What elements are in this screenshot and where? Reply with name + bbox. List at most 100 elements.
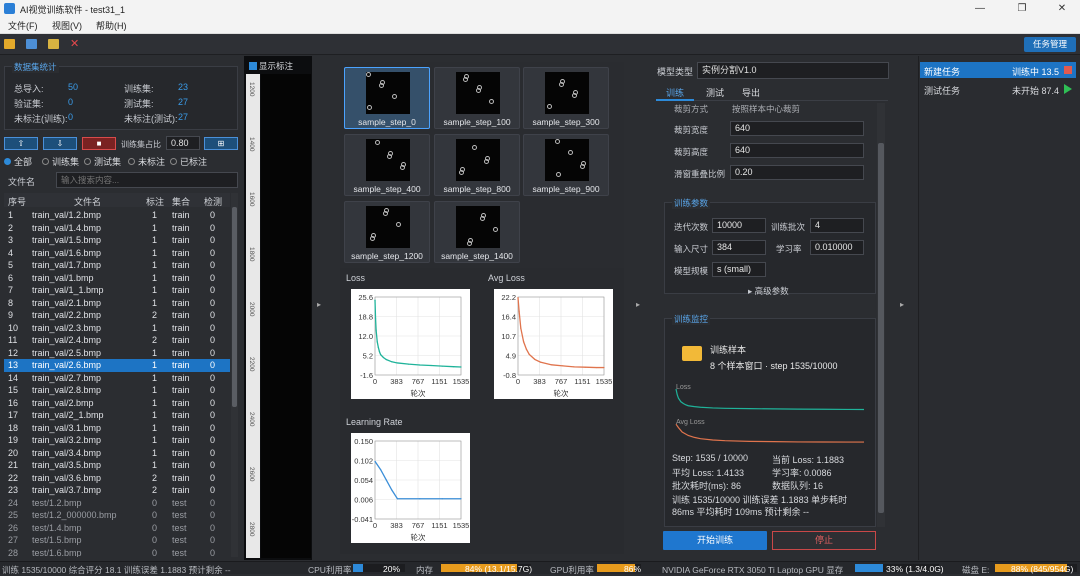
filter-unlabeled-radio[interactable]: 未标注 (128, 155, 165, 168)
table-row[interactable]: 6 train_val/1.bmp 1 train 0 (4, 272, 230, 285)
train-set-value: 23 (178, 82, 189, 92)
cell-detect-count: 0 (210, 372, 216, 383)
col-detect-header[interactable]: 检测 (204, 195, 222, 208)
sample-thumbnail[interactable]: sample_step_800 (434, 134, 520, 196)
task-management-button[interactable]: 任务管理 (1024, 37, 1076, 52)
table-row[interactable]: 3 train_val/1.5.bmp 1 train 0 (4, 234, 230, 247)
filter-test-radio[interactable]: 测试集 (84, 155, 121, 168)
play-icon[interactable] (1064, 84, 1072, 94)
crop-width-spinbox[interactable]: 640 (730, 121, 864, 136)
splitter-right[interactable]: ▸ (896, 56, 908, 560)
tab-export[interactable]: 导出 (736, 85, 766, 101)
sample-thumbnail[interactable]: sample_step_900 (523, 134, 609, 196)
advanced-params-toggle[interactable]: ▸ 高级参数 (748, 285, 789, 297)
table-row[interactable]: 23 train_val/3.7.bmp 2 train 0 (4, 484, 230, 497)
menu-help[interactable]: 帮助(H) (96, 19, 127, 32)
iterations-spinbox[interactable]: 10000 (712, 218, 766, 233)
tab-train[interactable]: 训练 (656, 85, 694, 101)
close-button[interactable]: ✕ (1044, 0, 1080, 17)
cpu-bar-fill (353, 564, 364, 572)
table-row[interactable]: 12 train_val/2.5.bmp 1 train 0 (4, 347, 230, 360)
learning-rate-spinbox[interactable]: 0.010000 (810, 240, 864, 255)
import-button[interactable]: ⇩ (43, 137, 77, 150)
col-label-header[interactable]: 标注 (146, 195, 164, 208)
table-row[interactable]: 16 train_val/2.bmp 1 train 0 (4, 397, 230, 410)
table-row[interactable]: 26 test/1.4.bmp 0 test 0 (4, 522, 230, 535)
filter-train-radio[interactable]: 训练集 (42, 155, 79, 168)
series-point (377, 346, 379, 349)
table-row[interactable]: 18 train_val/3.1.bmp 1 train 0 (4, 422, 230, 435)
config-scrollbar[interactable] (877, 103, 885, 527)
sample-thumbnail[interactable]: sample_step_1200 (344, 201, 430, 263)
table-row[interactable]: 24 test/1.2.bmp 0 test 0 (4, 497, 230, 510)
col-filename-header[interactable]: 文件名 (74, 195, 101, 208)
table-row[interactable]: 13 train_val/2.6.bmp 1 train 0 (4, 359, 230, 372)
menu-view[interactable]: 视图(V) (52, 19, 82, 32)
model-scale-select[interactable]: s (small) (712, 262, 766, 277)
table-scrollbar[interactable] (231, 193, 238, 557)
table-row[interactable]: 10 train_val/2.3.bmp 1 train 0 (4, 322, 230, 335)
table-row[interactable]: 28 test/1.6.bmp 0 test 0 (4, 547, 230, 558)
viewer-image-area[interactable] (261, 74, 311, 558)
minimize-button[interactable]: — (962, 0, 998, 17)
delete-icon[interactable]: ✕ (70, 37, 79, 50)
show-annotation-checkbox[interactable]: 显示标注 (249, 60, 293, 72)
batch-spinbox[interactable]: 4 (810, 218, 864, 233)
sample-thumbnail[interactable]: sample_step_100 (434, 67, 520, 129)
filter-labeled-radio[interactable]: 已标注 (170, 155, 207, 168)
table-row[interactable]: 19 train_val/3.2.bmp 1 train 0 (4, 434, 230, 447)
task-item-new[interactable]: 新建任务 训练中 13.5 (920, 62, 1076, 78)
table-row[interactable]: 4 train_val/1.6.bmp 1 train 0 (4, 247, 230, 260)
table-row[interactable]: 11 train_val/2.4.bmp 2 train 0 (4, 334, 230, 347)
apply-ratio-button[interactable]: ⊞ (204, 137, 238, 150)
sample-thumbnail[interactable]: sample_step_300 (523, 67, 609, 129)
table-row[interactable]: 5 train_val/1.7.bmp 1 train 0 (4, 259, 230, 272)
table-row[interactable]: 9 train_val/2.2.bmp 2 train 0 (4, 309, 230, 322)
series-point (385, 479, 387, 481)
crop-height-spinbox[interactable]: 640 (730, 143, 864, 158)
add-images-button[interactable]: ⇧ (4, 137, 38, 150)
overlap-ratio-spinbox[interactable]: 0.20 (730, 165, 864, 180)
sample-thumbnail[interactable]: sample_step_400 (344, 134, 430, 196)
train-ratio-spinbox[interactable]: 0.80 (166, 136, 200, 150)
start-training-button[interactable]: 开始训练 (663, 531, 767, 550)
table-row[interactable]: 27 test/1.5.bmp 0 test 0 (4, 534, 230, 547)
col-set-header[interactable]: 集合 (172, 195, 190, 208)
stop-training-button[interactable]: 停止 (772, 531, 876, 550)
sample-thumbnail[interactable]: sample_step_0 (344, 67, 430, 129)
stop-icon[interactable] (1064, 66, 1072, 74)
table-row[interactable]: 14 train_val/2.7.bmp 1 train 0 (4, 372, 230, 385)
tab-test[interactable]: 测试 (696, 85, 734, 101)
save-icon[interactable] (26, 39, 37, 49)
col-index-header[interactable]: 序号 (8, 195, 26, 208)
table-row[interactable]: 7 train_val/1_1.bmp 1 train 0 (4, 284, 230, 297)
cell-index: 8 (8, 297, 14, 308)
table-row[interactable]: 20 train_val/3.4.bmp 1 train 0 (4, 447, 230, 460)
table-row[interactable]: 2 train_val/1.4.bmp 1 train 0 (4, 222, 230, 235)
filter-all-radio[interactable]: 全部 (4, 155, 32, 168)
table-row[interactable]: 1 train_val/1.2.bmp 1 train 0 (4, 209, 230, 222)
model-type-select[interactable]: 实例分割V1.0 (697, 62, 889, 79)
avg-loss-readout: 平均 Loss: 1.4133 (672, 468, 745, 478)
maximize-button[interactable]: ❐ (1004, 0, 1040, 17)
menu-file[interactable]: 文件(F) (8, 19, 38, 32)
table-row[interactable]: 15 train_val/2.8.bmp 1 train 0 (4, 384, 230, 397)
import-folder-icon[interactable] (48, 39, 59, 49)
table-row[interactable]: 22 train_val/3.6.bmp 2 train 0 (4, 472, 230, 485)
table-row[interactable]: 25 test/1.2_000000.bmp 0 test 0 (4, 509, 230, 522)
delete-image-button[interactable]: ■ (82, 137, 116, 150)
table-row[interactable]: 8 train_val/2.1.bmp 1 train 0 (4, 297, 230, 310)
sample-thumbnail[interactable]: sample_step_1400 (434, 201, 520, 263)
cell-set: train (172, 447, 190, 458)
splitter-middle[interactable]: ▸ (632, 56, 644, 560)
cell-index: 10 (8, 322, 19, 333)
sample-defect-mark (560, 79, 565, 84)
cell-set: train (172, 460, 190, 470)
table-row[interactable]: 17 train_val/2_1.bmp 1 train 0 (4, 409, 230, 422)
input-size-spinbox[interactable]: 384 (712, 240, 766, 255)
task-item-test[interactable]: 测试任务 未开始 87.4 (920, 81, 1076, 97)
filename-search-input[interactable] (56, 172, 238, 188)
table-row[interactable]: 21 train_val/3.5.bmp 1 train 0 (4, 459, 230, 472)
open-folder-icon[interactable] (4, 39, 15, 49)
splitter-left[interactable]: ▸ (313, 56, 325, 560)
